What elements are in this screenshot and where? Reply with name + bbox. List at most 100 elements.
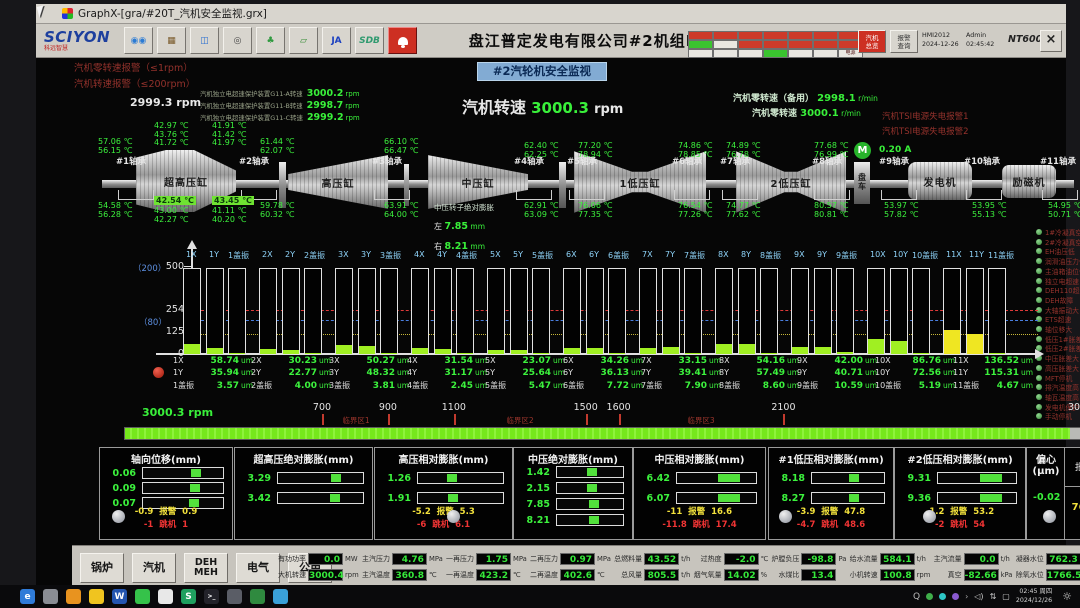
notes-icon[interactable]	[158, 589, 173, 604]
bearing-8-top-temps: 77.68 ℃76.99 ℃	[814, 141, 848, 159]
panel-row: 6.42	[640, 472, 757, 484]
sciyon-logo: SCIYON 科远智慧	[44, 29, 110, 52]
tray-expand-icon[interactable]: ›	[965, 592, 968, 601]
panel-value: 8.27	[775, 493, 805, 504]
alarm-grid-cell[interactable]	[813, 49, 838, 58]
network-icon[interactable]: ⇅	[990, 592, 997, 601]
launcher-icon[interactable]	[273, 589, 288, 604]
alarm-grid-cell[interactable]	[738, 40, 763, 49]
side-alarm-item: 1#冷凝真空低	[1036, 227, 1080, 237]
lp2-cylinder-label: 2低压缸	[771, 175, 812, 190]
panel-row: 1.42	[520, 466, 624, 478]
turbine-overview-button[interactable]: 汽机总览	[858, 30, 886, 53]
panel-value: 9.36	[901, 493, 931, 504]
volume-icon[interactable]: ◁)	[974, 592, 983, 601]
display-icon[interactable]: ◫	[190, 27, 219, 54]
vib-bar-11盖振	[988, 268, 1006, 355]
vib-bar-2盖振	[304, 268, 322, 355]
display-tray-icon[interactable]: ▢	[1002, 592, 1010, 601]
nav-button-1[interactable]: 汽机	[132, 553, 176, 583]
param-label: 主汽温度	[360, 570, 390, 580]
alarm-grid-cell[interactable]	[713, 49, 738, 58]
tray-purple-icon[interactable]	[952, 593, 959, 600]
panel-warn-limits: -1.2 报警 53.2	[895, 505, 1025, 517]
tray-cyan-icon[interactable]	[939, 593, 946, 600]
vib-row-9X: 9X42.00um	[797, 356, 877, 366]
nav-button-2[interactable]: DEHMEH	[184, 553, 228, 583]
panel-bar-marker	[980, 494, 1002, 502]
y-ref-80: （80）	[139, 316, 167, 328]
vib-row-6Y: 6Y36.13um	[563, 368, 643, 378]
panel-value: 3.29	[241, 473, 271, 484]
alarm-grid-cell[interactable]	[713, 40, 738, 49]
panel-title: 偏心(μm)	[1029, 451, 1063, 477]
keyboard-icon[interactable]: ▦	[157, 27, 186, 54]
panel-bar-marker	[448, 494, 458, 502]
wps-icon[interactable]: S	[181, 589, 196, 604]
panel-status-dot	[447, 510, 460, 523]
status-dot-icon	[1036, 326, 1042, 332]
system-tray: Q › ◁) ⇅ ▢ 02:45 周四 2024/12/26 ☼	[913, 588, 1072, 606]
panel-row: 7.85	[520, 498, 624, 510]
users-icon[interactable]: ◉◉	[124, 27, 153, 54]
param-label: 水煤比	[769, 570, 799, 580]
panel-value: 8.21	[520, 515, 550, 526]
mail-icon[interactable]	[89, 589, 104, 604]
search-icon[interactable]: Q	[913, 592, 920, 602]
param-item: 一再温度423.2℃	[444, 568, 527, 581]
bar-group-label: 7盖振	[684, 250, 705, 261]
alarm-grid-cell[interactable]	[763, 31, 788, 40]
terminal-icon[interactable]: >_	[204, 589, 219, 604]
nav-button-3[interactable]: 电气	[236, 553, 280, 583]
taskbar-clock[interactable]: 02:45 周四 2024/12/26	[1016, 588, 1052, 606]
browser-icon[interactable]: e	[20, 589, 35, 604]
appstore-icon[interactable]	[66, 589, 81, 604]
settings-gear-icon[interactable]: ☼	[1062, 590, 1072, 603]
alarm-grid-cell[interactable]	[813, 40, 838, 49]
alarm-grid-cell[interactable]	[688, 31, 713, 40]
close-button[interactable]: ×	[1040, 30, 1062, 52]
bar-group-label: 4盖振	[456, 250, 477, 261]
alarm-bell-icon[interactable]	[388, 27, 417, 54]
vib-bar-11Y	[966, 268, 984, 355]
word-icon[interactable]: W	[112, 589, 127, 604]
alarm-grid-cell[interactable]	[738, 31, 763, 40]
alarm-grid-cell[interactable]	[713, 31, 738, 40]
sdb-icon[interactable]: SDB	[355, 27, 384, 54]
alarm-grid-cell[interactable]	[788, 49, 813, 58]
alarm-summary-grid[interactable]: 电源	[688, 31, 863, 58]
bearing-9-bottom-temps: 53.97 ℃57.82 ℃	[884, 201, 918, 219]
panel-title: #2低压相对膨胀(mm)	[895, 451, 1025, 466]
alarm-grid-cell[interactable]	[688, 49, 713, 58]
vib-row-5盖振: 5盖振5.47um	[485, 380, 565, 391]
bar-group-label: 10盖振	[912, 250, 938, 261]
files-icon[interactable]	[43, 589, 58, 604]
wechat-icon[interactable]	[135, 589, 150, 604]
side-alarm-item: EH油压低	[1036, 246, 1075, 256]
alarm-grid-cell[interactable]	[788, 31, 813, 40]
ja-icon[interactable]: JA	[322, 27, 351, 54]
alarm-grid-cell[interactable]	[688, 40, 713, 49]
alarm-grid-cell[interactable]	[788, 40, 813, 49]
param-value: 360.8	[392, 569, 427, 581]
param-col: 一再压力1.75MPa一再温度423.2℃	[444, 552, 527, 581]
folder-icon[interactable]: ▱	[289, 27, 318, 54]
vib-row-9Y: 9Y40.71um	[797, 368, 877, 378]
side-alarm-item: 低压1#胀差大	[1036, 334, 1080, 344]
alarm-grid-cell[interactable]	[813, 31, 838, 40]
alarm-grid-cell[interactable]	[763, 49, 788, 58]
vib-value-5Y: 25.64	[511, 368, 551, 378]
page-title-banner: #2汽轮机安全监视	[477, 62, 607, 81]
gallery-icon[interactable]	[227, 589, 242, 604]
y-ref-200: （200）	[133, 262, 166, 274]
security-icon[interactable]	[250, 589, 265, 604]
alarm-grid-cell[interactable]	[763, 40, 788, 49]
tree-icon[interactable]: ♣	[256, 27, 285, 54]
vib-value-10盖振: 5.19	[901, 381, 941, 391]
compass-icon[interactable]: ◎	[223, 27, 252, 54]
tray-green-icon[interactable]	[926, 593, 933, 600]
alarm-grid-cell[interactable]	[738, 49, 763, 58]
bar-group-label: 8盖振	[760, 250, 781, 261]
alarm-query-button[interactable]: 报警查询	[890, 30, 918, 53]
nav-button-0[interactable]: 锅炉	[80, 553, 124, 583]
